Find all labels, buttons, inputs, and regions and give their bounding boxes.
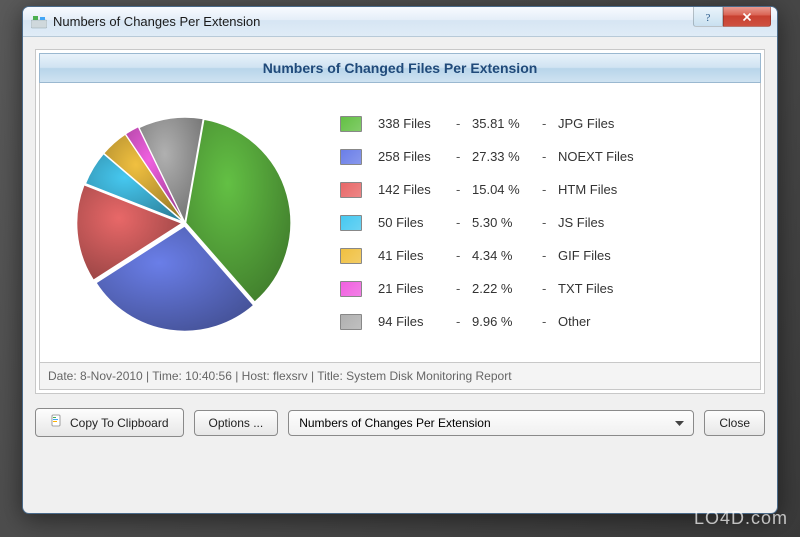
window-title: Numbers of Changes Per Extension: [53, 14, 260, 29]
legend-row: 50 Files-5.30 %-JS Files: [340, 206, 742, 239]
status-bar: Date: 8-Nov-2010 | Time: 10:40:56 | Host…: [39, 363, 761, 390]
dialog-content: Numbers of Changed Files Per Extension 3…: [23, 37, 777, 449]
legend-swatch: [340, 314, 362, 330]
view-select[interactable]: Numbers of Changes Per Extension: [288, 410, 694, 436]
legend-count: 94 Files: [378, 314, 456, 329]
legend-swatch: [340, 248, 362, 264]
legend-swatch: [340, 149, 362, 165]
options-button[interactable]: Options ...: [194, 410, 279, 436]
close-button-label: Close: [719, 416, 750, 430]
close-button[interactable]: Close: [704, 410, 765, 436]
legend-swatch: [340, 116, 362, 132]
clipboard-icon: [50, 414, 64, 431]
legend-row: 338 Files-35.81 %-JPG Files: [340, 107, 742, 140]
legend-row: 41 Files-4.34 %-GIF Files: [340, 239, 742, 272]
legend-row: 21 Files-2.22 %-TXT Files: [340, 272, 742, 305]
legend-label: NOEXT Files: [558, 149, 742, 164]
legend-count: 338 Files: [378, 116, 456, 131]
copy-button-label: Copy To Clipboard: [70, 416, 169, 430]
legend-count: 50 Files: [378, 215, 456, 230]
legend-swatch: [340, 215, 362, 231]
legend-percent: 9.96 %: [472, 314, 542, 329]
button-row: Copy To Clipboard Options ... Numbers of…: [35, 408, 765, 437]
legend-swatch: [340, 281, 362, 297]
options-button-label: Options ...: [209, 416, 264, 430]
legend-percent: 4.34 %: [472, 248, 542, 263]
panel-body: 338 Files-35.81 %-JPG Files258 Files-27.…: [39, 83, 761, 363]
titlebar-buttons: ?: [693, 7, 777, 29]
legend-label: GIF Files: [558, 248, 742, 263]
legend-label: Other: [558, 314, 742, 329]
legend-count: 41 Files: [378, 248, 456, 263]
copy-to-clipboard-button[interactable]: Copy To Clipboard: [35, 408, 184, 437]
legend-percent: 5.30 %: [472, 215, 542, 230]
legend-label: TXT Files: [558, 281, 742, 296]
watermark: LO4D.com: [694, 508, 788, 529]
chart-panel: Numbers of Changed Files Per Extension 3…: [35, 49, 765, 394]
pie-chart: [50, 98, 320, 348]
legend-percent: 35.81 %: [472, 116, 542, 131]
legend-row: 258 Files-27.33 %-NOEXT Files: [340, 140, 742, 173]
legend-swatch: [340, 182, 362, 198]
legend-label: JPG Files: [558, 116, 742, 131]
window-close-button[interactable]: [723, 7, 771, 27]
legend-count: 258 Files: [378, 149, 456, 164]
legend-percent: 15.04 %: [472, 182, 542, 197]
svg-text:?: ?: [706, 12, 711, 23]
legend-label: JS Files: [558, 215, 742, 230]
legend-count: 21 Files: [378, 281, 456, 296]
help-button[interactable]: ?: [693, 7, 723, 27]
select-value: Numbers of Changes Per Extension: [299, 416, 490, 430]
legend-row: 142 Files-15.04 %-HTM Files: [340, 173, 742, 206]
legend-count: 142 Files: [378, 182, 456, 197]
legend-label: HTM Files: [558, 182, 742, 197]
chart-legend: 338 Files-35.81 %-JPG Files258 Files-27.…: [340, 107, 742, 338]
legend-percent: 2.22 %: [472, 281, 542, 296]
dialog-window: Numbers of Changes Per Extension ? Numbe…: [22, 6, 778, 514]
legend-row: 94 Files-9.96 %-Other: [340, 305, 742, 338]
app-icon: [31, 14, 47, 30]
titlebar[interactable]: Numbers of Changes Per Extension ?: [23, 7, 777, 37]
legend-percent: 27.33 %: [472, 149, 542, 164]
panel-title: Numbers of Changed Files Per Extension: [39, 53, 761, 83]
